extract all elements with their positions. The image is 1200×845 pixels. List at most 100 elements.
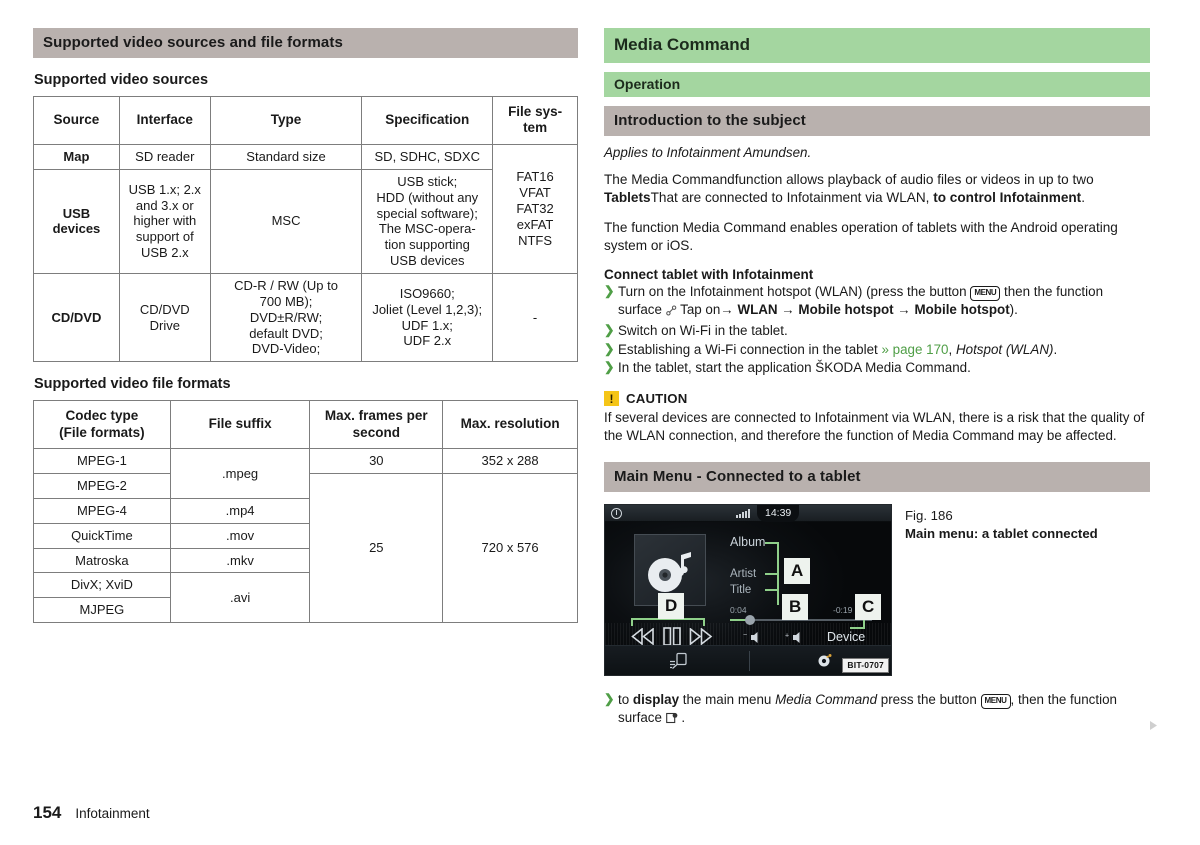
- step3-italic: Hotspot (WLAN): [955, 341, 1054, 357]
- album-label: Album: [730, 535, 766, 550]
- cell-resolution: 352 x 288: [442, 448, 578, 475]
- callout-leader-a2: [765, 542, 779, 545]
- next-page-arrow-icon: [1147, 719, 1160, 737]
- list-item: ❯ to display the main menu Media Command …: [604, 691, 1150, 729]
- clock-display: 14:39: [757, 505, 800, 523]
- cell-specification: USB stick; HDD (without any special soft…: [361, 168, 494, 274]
- screen-reflection: [605, 623, 891, 646]
- left-column: Supported video sources and file formats…: [33, 28, 578, 624]
- final-italic-media-command: Media Command: [775, 692, 878, 708]
- para1-part4: .: [1081, 190, 1085, 206]
- col-filesystem: File sys- tem: [492, 96, 578, 145]
- col-max-resolution: Max. resolution: [442, 400, 578, 450]
- chapter-title: Media Command: [604, 28, 1150, 63]
- cell-interface: SD reader: [118, 143, 211, 170]
- col-interface: Interface: [118, 96, 211, 145]
- cell-suffix: .mp4: [169, 497, 311, 524]
- page-number: 154: [33, 803, 62, 822]
- table1-heading: Supported video sources: [34, 72, 209, 88]
- bullet-arrow-icon: ❯: [604, 323, 615, 338]
- page-reference-link[interactable]: » page 170: [881, 342, 948, 357]
- menu-button-glyph: MENU: [970, 286, 1001, 302]
- figure-title: Main menu: a tablet connected: [905, 526, 1098, 542]
- elapsed-time: 0:04: [730, 605, 747, 616]
- step3-text2: ,: [948, 341, 956, 357]
- final-text5: .: [677, 710, 686, 726]
- caution-title: CAUTION: [626, 391, 688, 407]
- table-header-row: Codec type (File formats) File suffix Ma…: [33, 400, 578, 450]
- media-command-icon: [665, 711, 678, 729]
- cell-codec: Matroska: [33, 547, 171, 574]
- page-footer: 154 Infotainment: [33, 803, 150, 823]
- step1-text3: Tap on: [676, 302, 721, 318]
- cell-specification: SD, SDHC, SDXC: [361, 143, 494, 170]
- figure-number: Fig. 186: [905, 508, 953, 524]
- final-text1: to: [618, 692, 633, 708]
- media-sources-icon[interactable]: [669, 652, 688, 675]
- applies-note: Applies to Infotainment Amundsen.: [604, 145, 812, 160]
- para1-bold-control: to control Infotainment: [933, 190, 1082, 206]
- col-source: Source: [33, 96, 120, 145]
- cell-suffix: .mkv: [169, 547, 311, 574]
- section-banner: Supported video sources and file formats: [33, 28, 578, 58]
- section-title: Operation: [604, 72, 1150, 97]
- cell-codec: MPEG-4: [33, 497, 171, 524]
- col-type: Type: [209, 96, 363, 145]
- col-max-fps: Max. frames per second: [309, 400, 444, 450]
- callout-leader-d2: [631, 618, 633, 627]
- intro-paragraph-1: The Media Commandfunction allows playbac…: [604, 171, 1150, 208]
- signal-strength-icon: [736, 509, 750, 519]
- connect-steps-list: ❯ Turn on the Infotainment hotspot (WLAN)…: [604, 283, 1150, 377]
- bullet-arrow-icon: ❯: [604, 341, 615, 356]
- callout-leader-d3: [703, 618, 705, 627]
- power-icon: [611, 508, 622, 520]
- table-row: Map SD reader Standard size SD, SDHC, SD…: [33, 143, 578, 274]
- cell-suffix: .mov: [169, 522, 311, 549]
- remaining-time: -0:19: [833, 605, 853, 616]
- caution-text: If several devices are connected to Info…: [604, 410, 1145, 444]
- cell-source: Map: [33, 143, 120, 170]
- list-item: ❯ Switch on Wi-Fi in the tablet.: [604, 322, 1150, 340]
- cell-source: USB devices: [33, 168, 120, 274]
- bullet-arrow-icon: ❯: [604, 284, 615, 299]
- right-column: Media Command Operation Introduction to …: [604, 28, 1150, 729]
- display-main-menu-list: ❯ to display the main menu Media Command …: [604, 691, 1150, 729]
- step1-path: → WLAN → Mobile hotspot → Mobile hotspot: [720, 302, 1010, 318]
- para1-part1: The Media Command: [604, 172, 735, 187]
- col-file-suffix: File suffix: [169, 400, 311, 450]
- callout-leader-a3: [765, 573, 779, 576]
- toolbar-divider: [749, 651, 750, 672]
- infotainment-screen-image: 14:39 Album Artist Title 0:04 -0:19 BIT-…: [604, 504, 892, 677]
- final-text2: the main menu: [679, 692, 776, 708]
- connect-heading: Connect tablet with Infotainment: [604, 267, 814, 283]
- supported-video-sources-table: Source Interface Type Specification File…: [33, 96, 578, 363]
- final-text3: press the button: [877, 692, 981, 708]
- cell-fps: 25: [309, 473, 444, 624]
- bullet-arrow-icon: ❯: [604, 360, 615, 375]
- table-row: CD/DVD CD/DVD Drive CD-R / RW (Up to 700…: [33, 272, 578, 363]
- cell-source: CD/DVD: [33, 272, 120, 363]
- main-menu-banner: Main Menu - Connected to a tablet: [604, 462, 1150, 493]
- callout-d: D: [658, 593, 685, 620]
- caution-icon: !: [604, 391, 619, 407]
- title-label: Title: [730, 584, 752, 597]
- para1-bold-tablets: Tablets: [604, 190, 651, 206]
- table2-heading: Supported video file formats: [34, 376, 231, 393]
- col-codec-type: Codec type (File formats): [33, 400, 171, 450]
- cell-codec: QuickTime: [33, 522, 171, 549]
- cell-suffix: .avi: [169, 572, 311, 624]
- bullet-arrow-icon: ❯: [604, 692, 615, 707]
- callout-leader-a4: [765, 589, 779, 592]
- chapter-name: Infotainment: [75, 806, 150, 821]
- callout-leader-c2: [850, 627, 865, 630]
- para1-part2: function allows playback of audio files …: [734, 172, 1094, 187]
- cell-codec: MPEG-1: [33, 448, 171, 475]
- cell-codec: MPEG-2: [33, 473, 171, 499]
- settings-gear-icon[interactable]: [816, 652, 834, 674]
- step3-text1: Establishing a Wi-Fi connection in the t…: [618, 341, 882, 357]
- cell-type: CD-R / RW (Up to 700 MB); DVD±R/RW; defa…: [209, 272, 363, 363]
- menu-button-glyph: MENU: [980, 694, 1011, 710]
- cell-resolution: 720 x 576: [442, 473, 578, 624]
- cell-specification: ISO9660; Joliet (Level 1,2,3); UDF 1.x; …: [361, 272, 494, 363]
- step2-text: Switch on Wi-Fi in the tablet.: [618, 323, 788, 339]
